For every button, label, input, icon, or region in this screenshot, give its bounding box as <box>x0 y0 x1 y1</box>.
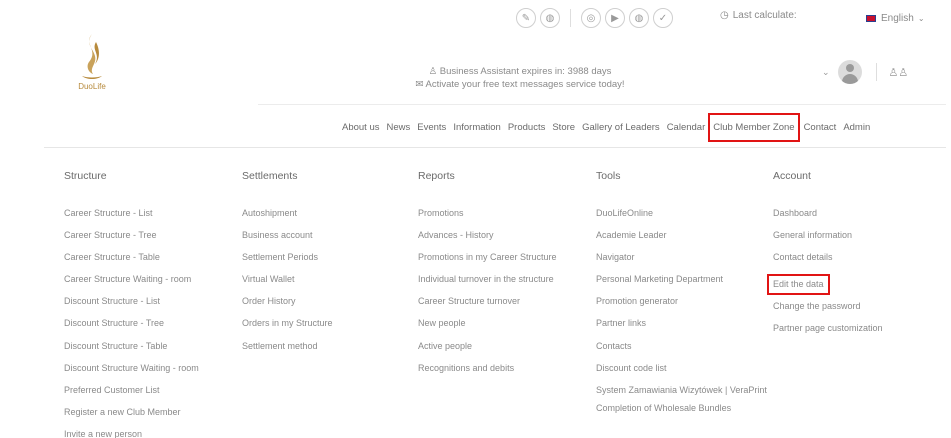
chevron-down-icon: ⌄ <box>917 14 925 23</box>
divider <box>570 9 571 27</box>
nav-divider <box>44 147 946 148</box>
assistant-expiry: ♙ Business Assistant expires in: 3988 da… <box>428 66 612 77</box>
edit-the-data-link[interactable]: Edit the data <box>767 274 830 296</box>
nav-about-us[interactable]: About us <box>342 122 380 142</box>
menu-link[interactable]: Settlement Periods <box>242 252 333 263</box>
business-info: ♙ Business Assistant expires in: 3988 da… <box>390 65 650 91</box>
users-icon[interactable]: ♙♙ <box>889 66 909 79</box>
menu-link[interactable]: Order History <box>242 296 333 307</box>
duolife-flame-icon <box>82 34 102 79</box>
menu-link[interactable]: General information <box>773 230 883 241</box>
nav-products[interactable]: Products <box>508 122 546 142</box>
nav-gallery-of-leaders[interactable]: Gallery of Leaders <box>582 122 660 142</box>
twitter-icon[interactable]: ✓ <box>653 8 673 28</box>
menu-link[interactable]: Partner page customization <box>773 323 883 334</box>
messenger-icon[interactable]: ◍ <box>629 8 649 28</box>
menu-link[interactable]: Navigator <box>596 252 771 263</box>
top-bar: ✎ ◍ ◎ ▶ ◍ ✓ ◷ Last calculate: English ⌄ <box>0 0 951 40</box>
menu-link[interactable]: Virtual Wallet <box>242 274 333 285</box>
menu-link[interactable]: Career Structure turnover <box>418 296 557 307</box>
menu-link[interactable]: Discount Structure - Tree <box>64 318 199 329</box>
nav-contact[interactable]: Contact <box>804 122 837 142</box>
menu-link[interactable]: Discount code list <box>596 363 771 374</box>
menu-column-account: Account Dashboard General information Co… <box>767 170 883 345</box>
social-icons: ✎ ◍ ◎ ▶ ◍ ✓ <box>516 8 677 28</box>
column-title: Structure <box>64 170 107 182</box>
menu-link[interactable]: Settlement method <box>242 341 333 352</box>
menu-link[interactable]: Partner links <box>596 318 771 329</box>
menu-link[interactable]: Career Structure - Tree <box>64 230 199 241</box>
menu-link[interactable]: Promotion generator <box>596 296 771 307</box>
nav-store[interactable]: Store <box>552 122 575 142</box>
menu-link[interactable]: Career Structure Waiting - room <box>64 274 199 285</box>
menu-link[interactable]: Change the password <box>773 301 883 312</box>
menu-link[interactable]: Contact details <box>773 252 883 263</box>
menu-link[interactable]: Career Structure - List <box>64 208 199 219</box>
column-title: Account <box>773 170 811 182</box>
nav-news[interactable]: News <box>387 122 411 142</box>
menu-link[interactable]: Orders in my Structure <box>242 318 333 329</box>
avatar[interactable] <box>837 60 862 84</box>
main-nav: About us News Events Information Product… <box>342 113 877 142</box>
menu-link[interactable]: Preferred Customer List <box>64 385 199 396</box>
nav-admin[interactable]: Admin <box>843 122 870 142</box>
menu-column-tools: Tools DuoLifeOnline Academie Leader Navi… <box>596 170 771 425</box>
menu-link[interactable]: Career Structure - Table <box>64 252 199 263</box>
instagram-icon[interactable]: ◎ <box>581 8 601 28</box>
nav-club-member-zone[interactable]: Club Member Zone <box>708 113 800 142</box>
menu-link[interactable]: Individual turnover in the structure <box>418 274 557 285</box>
logo-text: DuoLife <box>78 82 106 91</box>
menu-column-settlements: Settlements Autoshipment Business accoun… <box>242 170 333 363</box>
language-label: English <box>881 13 914 24</box>
uk-flag-icon <box>866 15 876 22</box>
sms-notice[interactable]: ✉ Activate your free text messages servi… <box>390 78 650 91</box>
menu-link[interactable]: Dashboard <box>773 208 883 219</box>
menu-link[interactable]: Discount Structure - List <box>64 296 199 307</box>
menu-link[interactable]: Promotions in my Career Structure <box>418 252 557 263</box>
menu-link[interactable]: DuoLifeOnline <box>596 208 771 219</box>
menu-link[interactable]: Invite a new person <box>64 429 199 438</box>
menu-link[interactable]: Autoshipment <box>242 208 333 219</box>
menu-link[interactable]: Register a new Club Member <box>64 407 199 418</box>
youtube-icon[interactable]: ▶ <box>605 8 625 28</box>
compass-icon[interactable]: ✎ <box>516 8 536 28</box>
column-title: Tools <box>596 170 621 182</box>
clock-icon: ◷ <box>720 10 729 21</box>
menu-link[interactable]: Promotions <box>418 208 557 219</box>
last-calculate: ◷ Last calculate: <box>720 10 797 21</box>
column-title: Reports <box>418 170 455 182</box>
menu-link[interactable]: Active people <box>418 341 557 352</box>
language-selector[interactable]: English ⌄ <box>866 13 925 24</box>
nav-calendar[interactable]: Calendar <box>667 122 706 142</box>
column-title: Settlements <box>242 170 298 182</box>
menu-link[interactable]: Advances - History <box>418 230 557 241</box>
menu-link[interactable]: Discount Structure Waiting - room <box>64 363 199 374</box>
messenger-icon[interactable]: ◍ <box>540 8 560 28</box>
menu-column-reports: Reports Promotions Advances - History Pr… <box>418 170 557 385</box>
nav-information[interactable]: Information <box>453 122 501 142</box>
logo[interactable]: DuoLife <box>62 32 122 91</box>
user-area: ⌄ ♙♙ <box>822 60 908 84</box>
menu-link[interactable]: Contacts <box>596 341 771 352</box>
menu-link[interactable]: Recognitions and debits <box>418 363 557 374</box>
message-icon: ✉ <box>415 79 426 90</box>
header-divider <box>258 104 946 105</box>
chevron-down-icon[interactable]: ⌄ <box>822 67 830 78</box>
divider <box>875 63 877 81</box>
last-calculate-label: Last calculate: <box>732 10 797 21</box>
menu-link[interactable]: Academie Leader <box>596 230 771 241</box>
menu-link[interactable]: New people <box>418 318 557 329</box>
menu-link[interactable]: Discount Structure - Table <box>64 341 199 352</box>
nav-events[interactable]: Events <box>417 122 446 142</box>
menu-link[interactable]: Completion of Wholesale Bundles <box>596 403 771 414</box>
user-icon: ♙ <box>428 66 440 77</box>
menu-column-structure: Structure Career Structure - List Career… <box>64 170 199 438</box>
menu-link[interactable]: System Zamawiania Wizytówek | VeraPrint <box>596 385 771 396</box>
menu-link[interactable]: Business account <box>242 230 333 241</box>
menu-link[interactable]: Personal Marketing Department <box>596 274 771 285</box>
